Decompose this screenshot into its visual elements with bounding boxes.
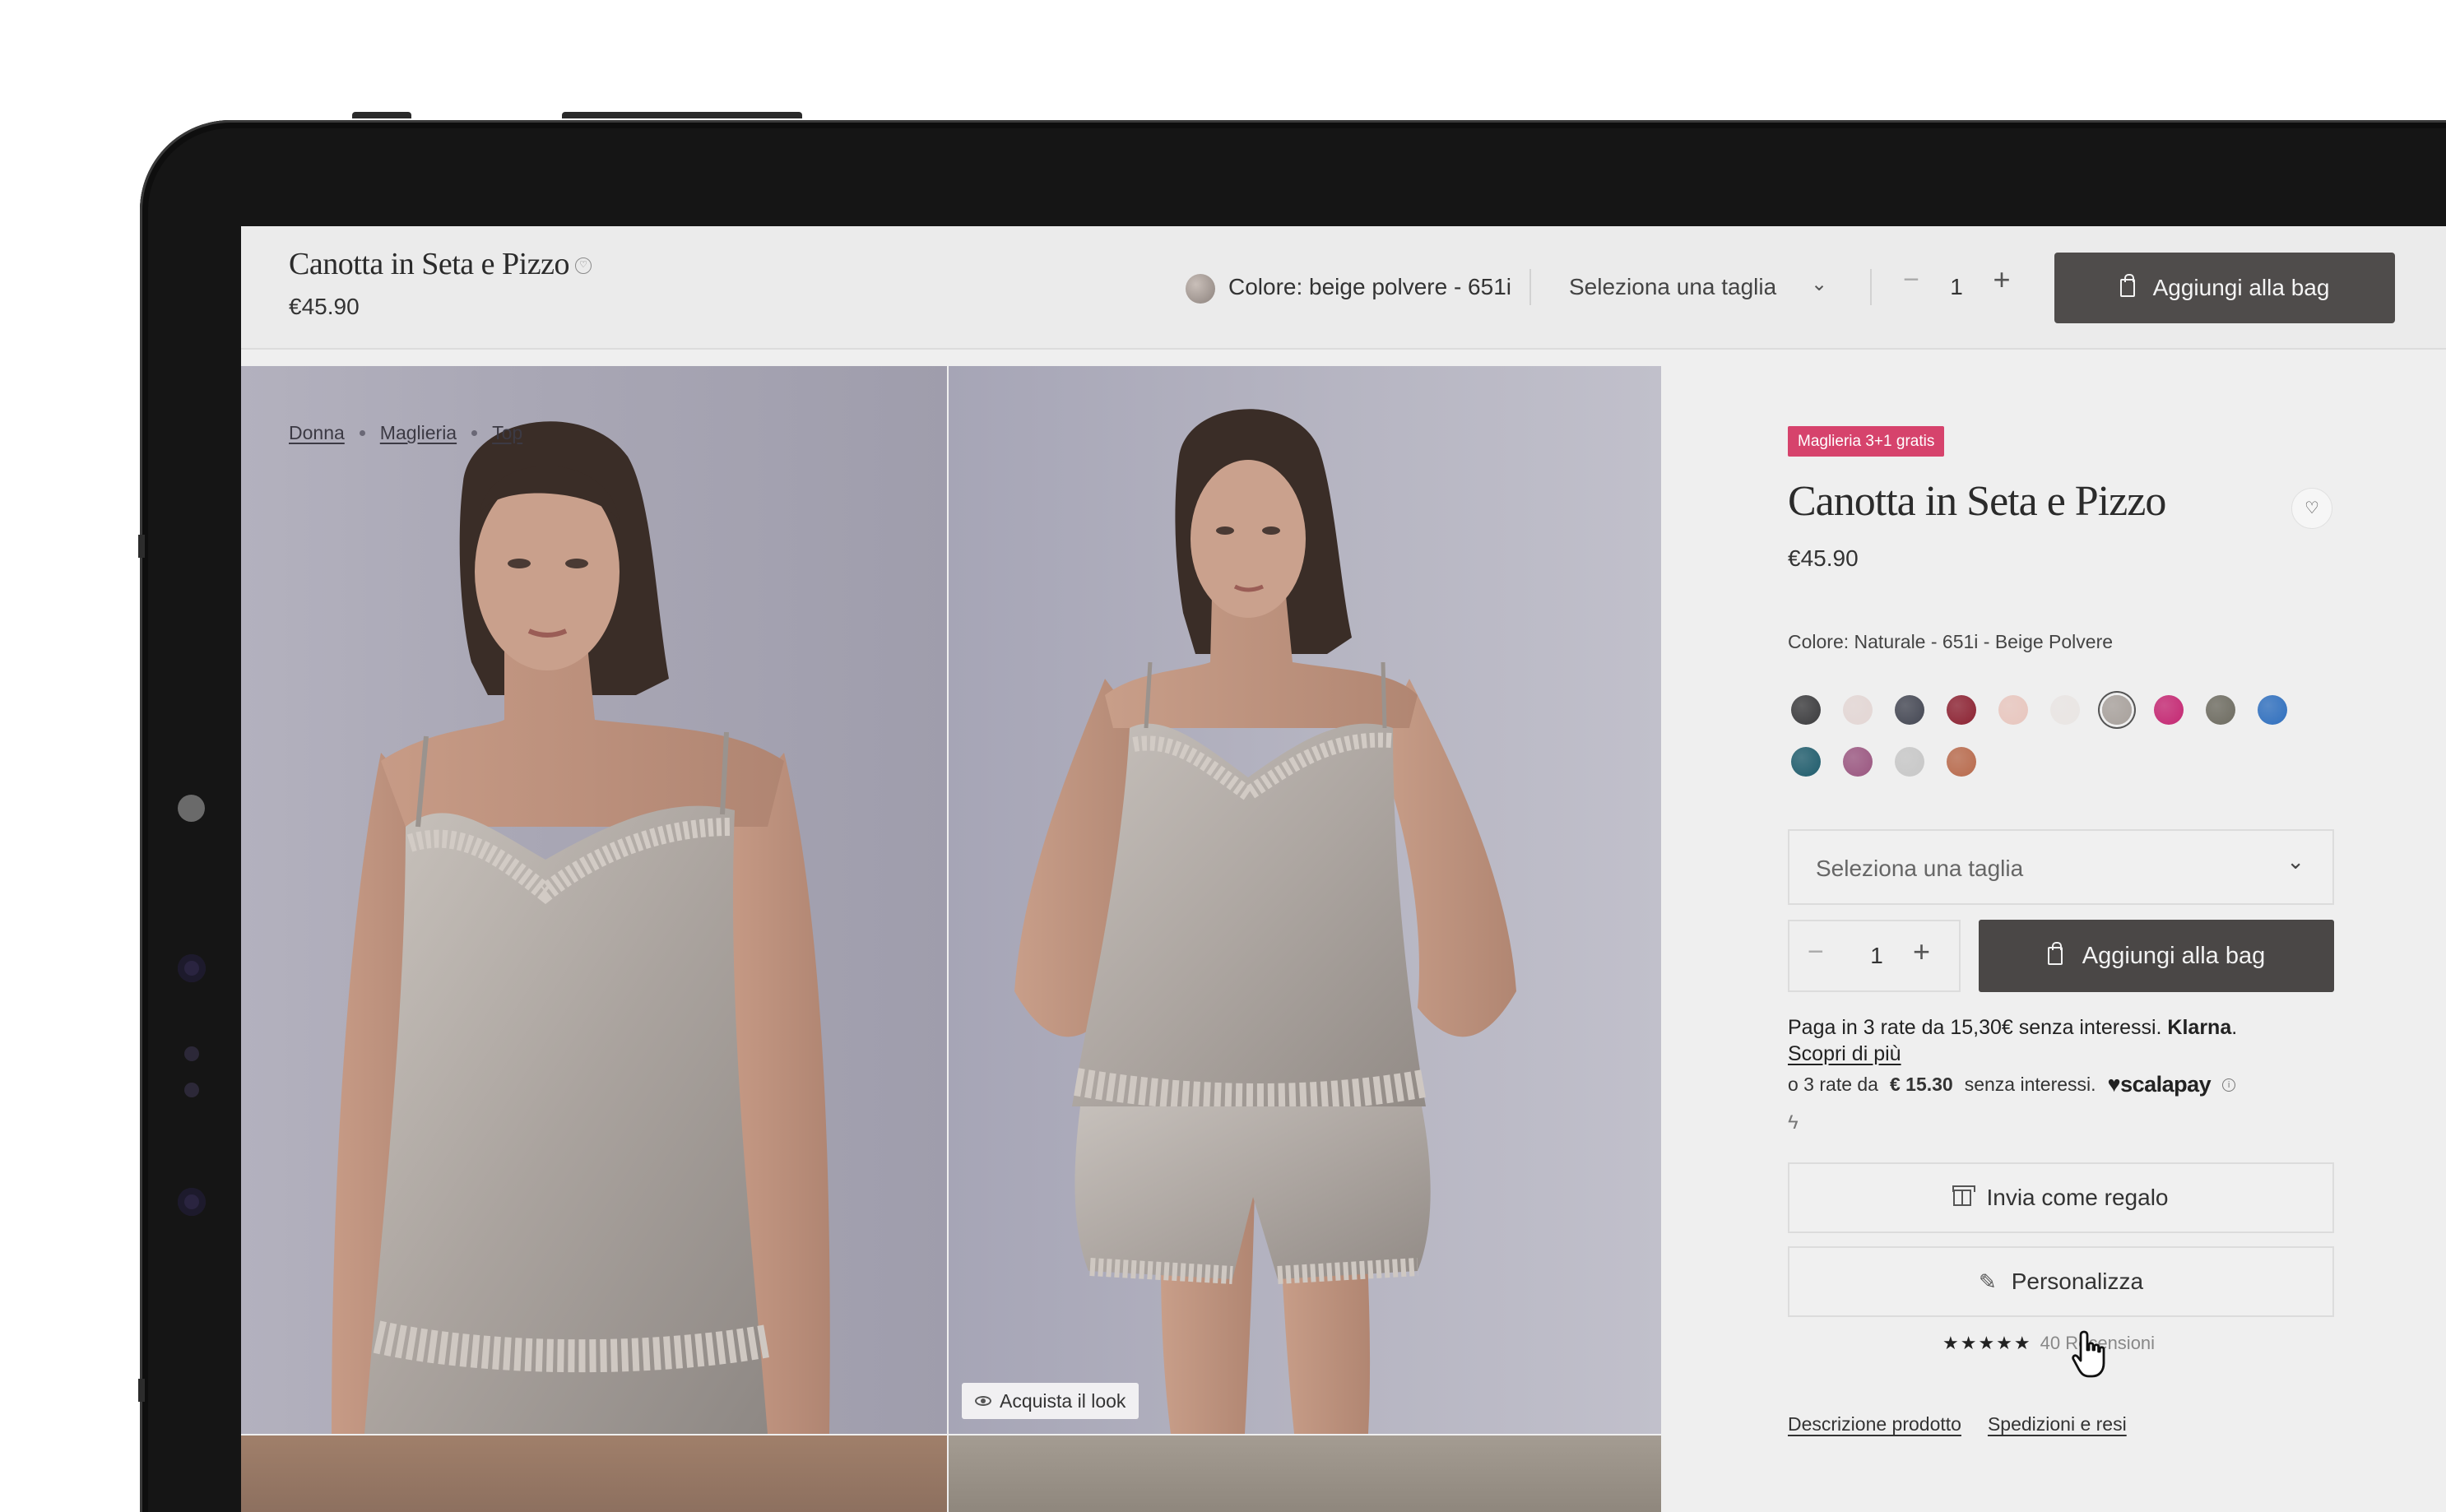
breadcrumb-separator [359, 430, 365, 436]
sticky-size-select[interactable]: Seleziona una taglia [1569, 274, 1776, 300]
sticky-product-price: €45.90 [289, 294, 360, 319]
promo-badge: Maglieria 3+1 gratis [1788, 426, 1945, 457]
sticky-color-label[interactable]: Colore: beige polvere - 651i [1228, 274, 1511, 300]
breadcrumb-item-donna[interactable]: Donna [289, 422, 345, 444]
color-swatch[interactable] [1895, 747, 1924, 777]
device-button-top-left [352, 112, 411, 118]
sensor [178, 954, 206, 982]
product-info-panel: Maglieria 3+1 gratis Canotta in Seta e P… [1788, 226, 2446, 1512]
hand-pointer-cursor-icon [2072, 1330, 2105, 1378]
klarna-logo: Klarna [2167, 1016, 2232, 1039]
color-swatch[interactable] [1791, 695, 1821, 725]
scalapay-prefix: o 3 rate da [1788, 1074, 1878, 1095]
personalize-label: Personalizza [2011, 1269, 2144, 1294]
shop-the-look-label: Acquista il look [1000, 1389, 1126, 1412]
color-swatch[interactable] [2102, 695, 2132, 725]
color-swatch[interactable] [1843, 695, 1873, 725]
product-tabs: Descrizione prodotto Spedizioni e resi [1788, 1413, 2127, 1435]
bolt-icon: ϟ [1788, 1111, 1799, 1134]
product-photo-3[interactable] [241, 1435, 947, 1512]
device-button-volume [562, 112, 802, 118]
qty-value[interactable]: 1 [1865, 943, 1888, 969]
sticky-wishlist-icon[interactable]: ♡ [575, 257, 592, 274]
send-as-gift-button[interactable]: Invia come regalo [1788, 1162, 2334, 1233]
chevron-down-icon: ⌄ [2286, 849, 2304, 874]
scalapay-amount: € 15.30 [1889, 1074, 1953, 1095]
sensor [184, 1046, 199, 1061]
breadcrumb-item-top[interactable]: Top [492, 422, 522, 444]
sticky-color-swatch[interactable] [1186, 274, 1215, 304]
tab-product-description[interactable]: Descrizione prodotto [1788, 1413, 1961, 1435]
sensor [178, 1188, 206, 1216]
gift-icon [1952, 1185, 1976, 1206]
scalapay-info: o 3 rate da € 15.30 senza interessi. ♥sc… [1788, 1072, 2236, 1097]
color-swatch[interactable] [1791, 747, 1821, 777]
model-illustration-front [332, 421, 830, 1434]
tab-shipping-returns[interactable]: Spedizioni e resi [1988, 1413, 2127, 1435]
wishlist-heart-icon[interactable]: ♡ [2291, 488, 2332, 529]
breadcrumb-separator [471, 430, 478, 436]
rating-stars: ★★★★★ [1942, 1333, 2032, 1353]
add-to-bag-button[interactable]: Aggiungi alla bag [1979, 920, 2334, 992]
qty-plus-button[interactable]: + [1913, 935, 1930, 969]
product-photo-4[interactable] [949, 1435, 1661, 1512]
scalapay-suffix: senza interessi. [1964, 1074, 2096, 1095]
bag-icon [2047, 942, 2063, 965]
color-swatch[interactable] [1895, 695, 1924, 725]
product-title: Canotta in Seta e Pizzo [1788, 478, 2166, 525]
klarna-text: Paga in 3 rate da 15,30€ senza interessi… [1788, 1016, 2162, 1039]
size-select[interactable]: Seleziona una taglia ⌄ [1788, 829, 2334, 905]
color-swatch[interactable] [1843, 747, 1873, 777]
color-swatch[interactable] [2154, 695, 2184, 725]
breadcrumb-item-maglieria[interactable]: Maglieria [380, 422, 457, 444]
divider [1529, 269, 1531, 305]
rating-summary[interactable]: ★★★★★ 40 Recensioni [1942, 1333, 2155, 1354]
screen: Canotta in Seta e Pizzo ♡ €45.90 Colore:… [241, 226, 2446, 1512]
quantity-stepper: − 1 + [1788, 920, 1961, 992]
sticky-product-title: Canotta in Seta e Pizzo [289, 247, 569, 281]
color-swatch[interactable] [2206, 695, 2235, 725]
front-camera [178, 795, 205, 822]
shop-the-look-button[interactable]: Acquista il look [962, 1383, 1139, 1419]
product-price: €45.90 [1788, 545, 1859, 571]
device-side-notch [138, 1379, 145, 1402]
color-label: Colore: Naturale - 651i - Beige Polvere [1788, 631, 2114, 652]
color-swatch[interactable] [1998, 695, 2028, 725]
model-illustration-full [1014, 409, 1516, 1434]
color-swatch[interactable] [1947, 695, 1976, 725]
klarna-learn-more-link[interactable]: Scopri di più [1788, 1042, 1901, 1065]
klarna-info: Paga in 3 rate da 15,30€ senza interessi… [1788, 1016, 2238, 1065]
color-swatch[interactable] [2258, 695, 2287, 725]
sensor [184, 1083, 199, 1097]
add-to-bag-label: Aggiungi alla bag [2082, 942, 2266, 969]
size-select-placeholder: Seleziona una taglia [1816, 856, 2024, 881]
eye-icon [975, 1396, 991, 1406]
qty-minus-button[interactable]: − [1808, 936, 1824, 968]
pen-icon: ✎ [1978, 1269, 1997, 1294]
product-photo-full[interactable]: Acquista il look [949, 366, 1661, 1434]
info-icon[interactable]: i [2222, 1078, 2236, 1092]
scalapay-logo: ♥scalapay [2107, 1072, 2212, 1097]
device-side-notch [138, 535, 145, 558]
color-swatch[interactable] [1947, 747, 1976, 777]
send-as-gift-label: Invia come regalo [1986, 1185, 2169, 1210]
breadcrumb: Donna Maglieria Top [289, 422, 522, 444]
scalapay-brand: scalapay [2120, 1072, 2212, 1097]
product-photo-front[interactable]: Donna Maglieria Top [241, 366, 947, 1434]
personalize-button[interactable]: ✎ Personalizza [1788, 1246, 2334, 1317]
color-swatch[interactable] [2050, 695, 2080, 725]
